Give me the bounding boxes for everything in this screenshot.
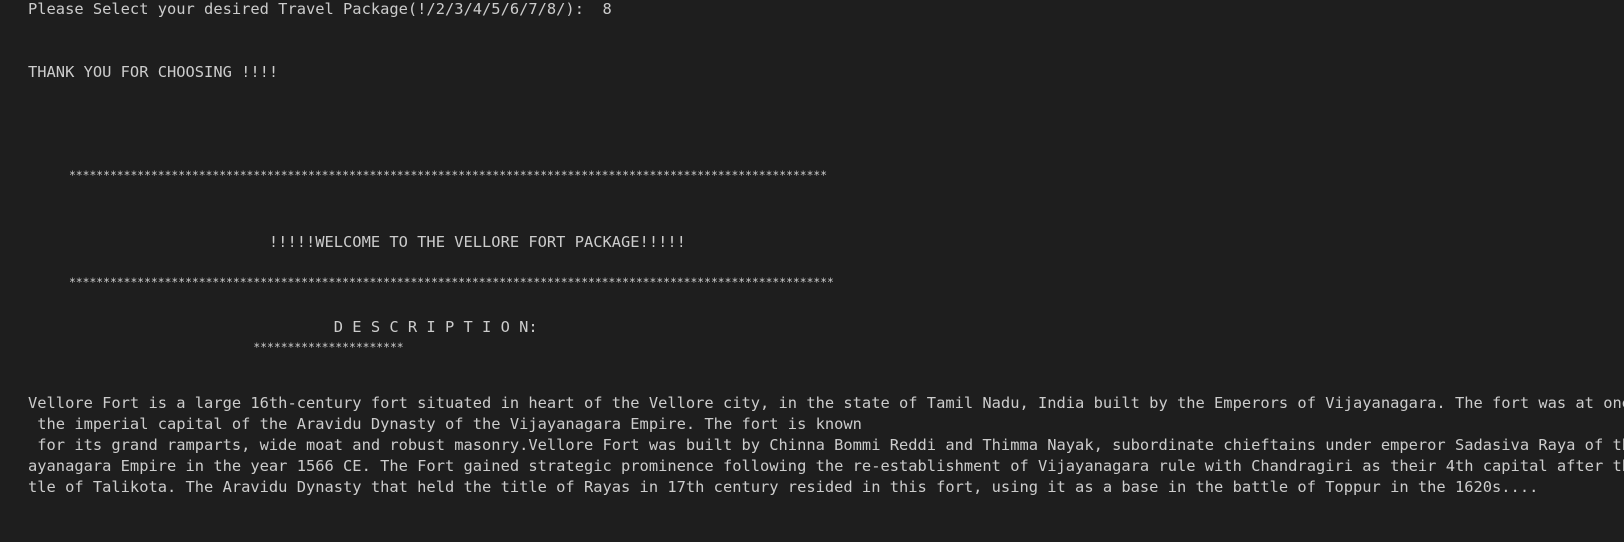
description-line: ayanagara Empire in the year 1566 CE. Th… — [28, 457, 1624, 475]
description-line: tle of Talikota. The Aravidu Dynasty tha… — [28, 478, 1539, 496]
separator-stars-bottom: ****************************************… — [28, 275, 834, 289]
separator-stars-top: ****************************************… — [28, 168, 828, 182]
description-heading: D E S C R I P T I O N: — [28, 318, 538, 336]
thank-you-message: THANK YOU FOR CHOOSING !!!! — [28, 63, 279, 81]
description-line: Vellore Fort is a large 16th-century for… — [28, 394, 1624, 412]
terminal-output: Please Select your desired Travel Packag… — [0, 0, 1624, 542]
description-line: for its grand ramparts, wide moat and ro… — [28, 436, 1624, 454]
description-paragraph: Vellore Fort is a large 16th-century for… — [28, 393, 1624, 498]
description-line: the imperial capital of the Aravidu Dyna… — [28, 415, 862, 433]
package-prompt-line: Please Select your desired Travel Packag… — [28, 0, 612, 18]
welcome-banner: !!!!!WELCOME TO THE VELLORE FORT PACKAGE… — [28, 233, 686, 251]
description-underline: ********************** — [28, 340, 404, 354]
